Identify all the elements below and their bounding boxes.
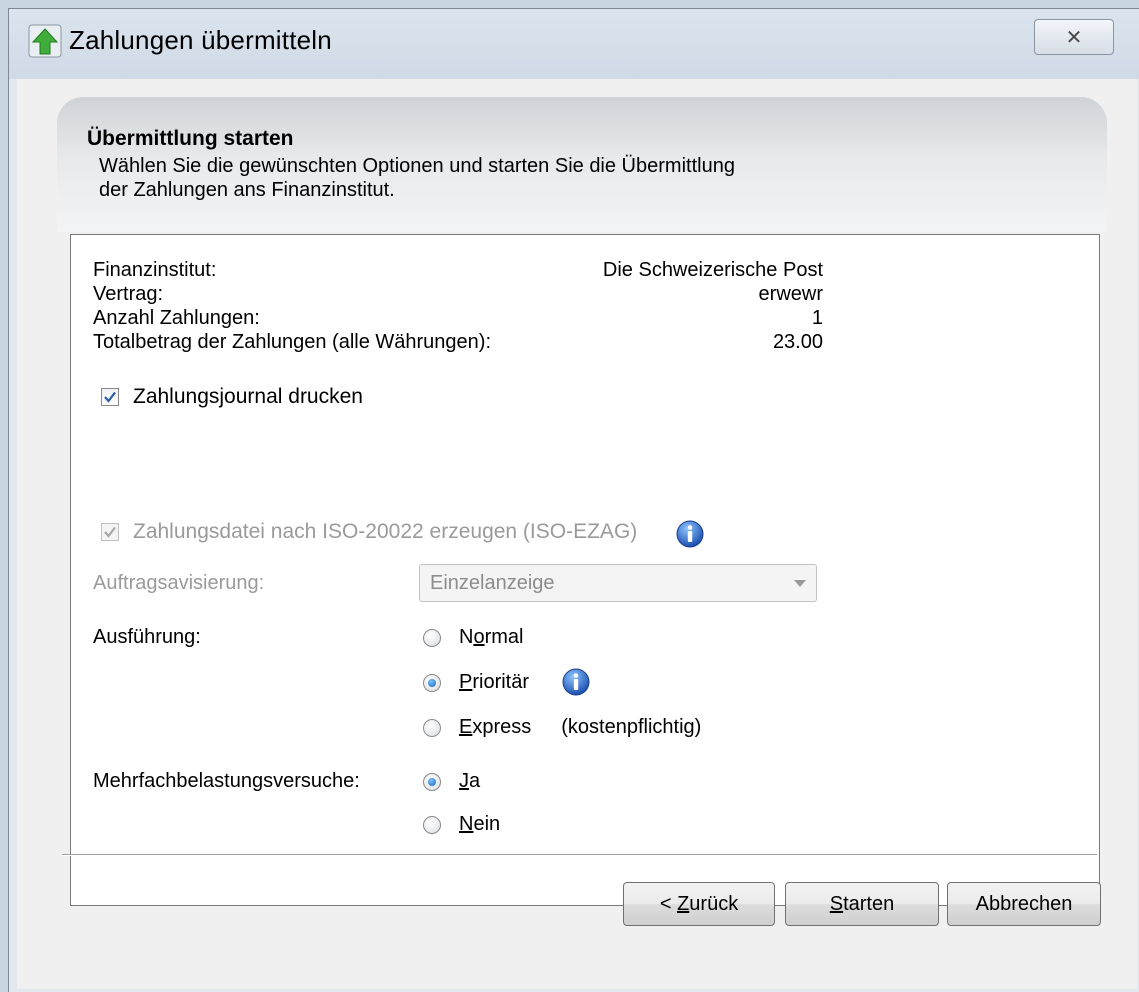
execution-normal-radio[interactable]: Normal <box>423 626 523 649</box>
checkbox-check-icon <box>104 526 116 538</box>
summary-label-contract: Vertrag: <box>93 283 164 305</box>
dialog-window: Zahlungen übermitteln ✕ Übermittlung sta… <box>8 8 1139 992</box>
summary-value-count: 1 <box>811 307 823 329</box>
summary-value-institute: Die Schweizerische Post <box>602 259 823 281</box>
iso-file-label: Zahlungsdatei nach ISO-20022 erzeugen (I… <box>133 520 638 543</box>
checkbox-box-disabled[interactable] <box>101 523 119 541</box>
close-button[interactable]: ✕ <box>1034 19 1114 55</box>
info-icon[interactable] <box>675 519 705 549</box>
advice-label: Auftragsavisierung: <box>93 572 265 594</box>
print-journal-label: Zahlungsjournal drucken <box>133 385 363 408</box>
summary-label-count: Anzahl Zahlungen: <box>93 307 260 329</box>
radio-button-selected[interactable] <box>423 772 441 791</box>
page-title: Übermittlung starten <box>87 127 294 150</box>
dialog-client: Übermittlung starten Wählen Sie die gewü… <box>17 79 1137 989</box>
back-button[interactable]: < Zurück <box>623 882 775 926</box>
radio-button[interactable] <box>423 815 441 834</box>
execution-priority-label: Prioritär <box>459 671 530 693</box>
page-description: Wählen Sie die gewünschten Optionen und … <box>99 155 735 201</box>
radio-button[interactable] <box>423 718 441 737</box>
multi-debit-yes-label: Ja <box>459 770 481 792</box>
summary-value-total: 23.00 <box>772 331 823 353</box>
print-journal-checkbox[interactable]: Zahlungsjournal drucken <box>101 385 363 409</box>
iso-file-checkbox[interactable]: Zahlungsdatei nach ISO-20022 erzeugen (I… <box>101 520 637 544</box>
close-icon: ✕ <box>1065 26 1083 49</box>
multi-debit-no-radio[interactable]: Nein <box>423 813 500 836</box>
execution-normal-label: Normal <box>459 626 524 648</box>
green-up-arrow-icon <box>28 24 62 58</box>
checkbox-check-icon <box>104 391 116 403</box>
start-button[interactable]: Starten <box>785 882 939 926</box>
execution-express-radio[interactable]: Express (kostenpflichtig) <box>423 716 701 739</box>
window-title: Zahlungen übermitteln <box>69 25 332 55</box>
radio-button[interactable] <box>423 628 441 647</box>
summary-label-institute: Finanzinstitut: <box>93 259 217 281</box>
execution-priority-radio[interactable]: Prioritär <box>423 671 529 694</box>
checkbox-box[interactable] <box>101 388 119 406</box>
multi-debit-label: Mehrfachbelastungsversuche: <box>93 770 360 792</box>
button-divider <box>62 854 1097 856</box>
summary-value-contract: erwewr <box>758 283 823 305</box>
radio-button-selected[interactable] <box>423 673 441 692</box>
title-bar[interactable]: Zahlungen übermitteln ✕ <box>9 9 1139 79</box>
express-cost-note: (kostenpflichtig) <box>561 716 702 738</box>
advice-selected-value: Einzelanzeige <box>430 572 555 594</box>
execution-label: Ausführung: <box>93 626 201 648</box>
cancel-button[interactable]: Abbrechen <box>947 882 1101 926</box>
dropdown-arrow-icon <box>794 580 806 587</box>
summary-label-total: Totalbetrag der Zahlungen (alle Währunge… <box>93 331 492 353</box>
multi-debit-no-label: Nein <box>459 813 501 835</box>
wizard-header: Übermittlung starten Wählen Sie die gewü… <box>57 97 1107 232</box>
advice-dropdown[interactable]: Einzelanzeige <box>419 564 817 602</box>
multi-debit-yes-radio[interactable]: Ja <box>423 770 480 793</box>
options-panel: Finanzinstitut: Die Schweizerische Post … <box>70 234 1100 906</box>
info-icon[interactable] <box>561 667 591 697</box>
execution-express-label: Express <box>459 716 532 738</box>
